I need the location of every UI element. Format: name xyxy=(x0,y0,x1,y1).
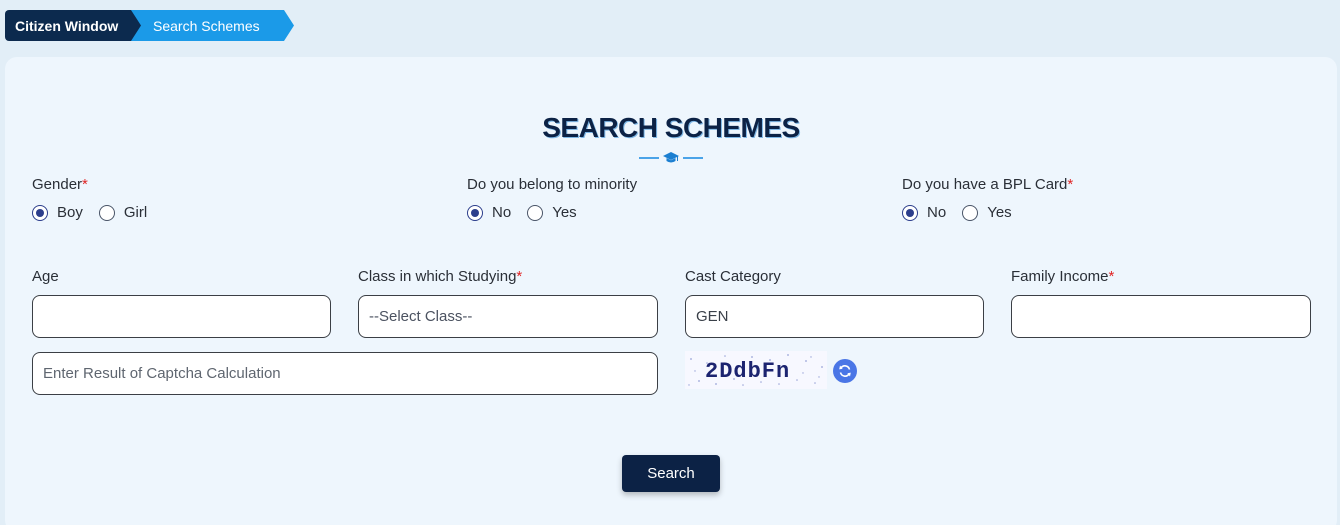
radio-button[interactable] xyxy=(962,204,979,221)
minority-radio-group: No Yes xyxy=(467,204,593,221)
divider-line-right xyxy=(683,157,703,159)
cast-category-field[interactable]: GEN xyxy=(685,295,984,338)
bpl-radio-group: No Yes xyxy=(902,204,1028,221)
gender-option-girl[interactable]: Girl xyxy=(98,204,148,221)
gender-label-text: Gender xyxy=(32,176,83,193)
refresh-icon xyxy=(838,364,852,378)
required-mark: * xyxy=(1067,176,1074,193)
required-mark: * xyxy=(1108,268,1115,285)
gender-label: Gender* xyxy=(32,176,88,193)
minority-option-no[interactable]: No xyxy=(467,204,511,221)
graduation-cap-icon xyxy=(663,151,679,165)
required-mark: * xyxy=(516,268,523,285)
bpl-option-yes[interactable]: Yes xyxy=(962,204,1012,221)
family-income-label-text: Family Income xyxy=(1011,268,1109,285)
radio-label: Girl xyxy=(123,204,148,221)
class-select[interactable]: --Select Class-- xyxy=(358,295,658,338)
radio-button[interactable] xyxy=(902,204,918,221)
family-income-label: Family Income* xyxy=(1011,268,1114,285)
required-mark: * xyxy=(82,176,88,193)
title-divider xyxy=(639,150,703,166)
age-label: Age xyxy=(32,268,59,285)
breadcrumb-citizen-window[interactable]: Citizen Window xyxy=(5,10,141,41)
captcha-image: 2DdbFn xyxy=(685,351,827,389)
radio-label: Yes xyxy=(987,204,1012,221)
bpl-option-no[interactable]: No xyxy=(902,204,946,221)
class-label-text: Class in which Studying xyxy=(358,268,517,285)
page-title: SEARCH SCHEMES xyxy=(542,112,800,143)
class-label: Class in which Studying* xyxy=(358,268,522,285)
bpl-label-text: Do you have a BPL Card xyxy=(902,176,1068,193)
radio-label: Yes xyxy=(552,204,577,221)
radio-button[interactable] xyxy=(527,204,544,221)
radio-label: No xyxy=(927,204,947,221)
radio-button[interactable] xyxy=(32,204,48,221)
gender-option-boy[interactable]: Boy xyxy=(32,204,83,221)
radio-button[interactable] xyxy=(467,204,483,221)
search-schemes-card: SEARCH SCHEMES Gender* Boy Girl Do you b… xyxy=(5,57,1337,525)
family-income-input[interactable] xyxy=(1011,295,1311,338)
breadcrumb-search-schemes[interactable]: Search Schemes xyxy=(131,10,294,41)
radio-label: No xyxy=(492,204,512,221)
minority-option-yes[interactable]: Yes xyxy=(527,204,577,221)
captcha-text: 2DdbFn xyxy=(705,359,790,384)
radio-label: Boy xyxy=(57,204,83,221)
radio-button[interactable] xyxy=(98,204,115,221)
divider-line-left xyxy=(639,157,659,159)
bpl-label: Do you have a BPL Card* xyxy=(902,176,1073,193)
captcha-refresh-button[interactable] xyxy=(833,359,857,383)
search-button[interactable]: Search xyxy=(622,455,720,492)
captcha-input[interactable] xyxy=(32,352,658,395)
minority-label: Do you belong to minority xyxy=(467,176,638,193)
age-input[interactable] xyxy=(32,295,331,338)
gender-radio-group: Boy Girl xyxy=(32,204,163,221)
breadcrumb: Citizen Window Search Schemes xyxy=(5,10,294,41)
cast-category-label: Cast Category xyxy=(685,268,781,285)
